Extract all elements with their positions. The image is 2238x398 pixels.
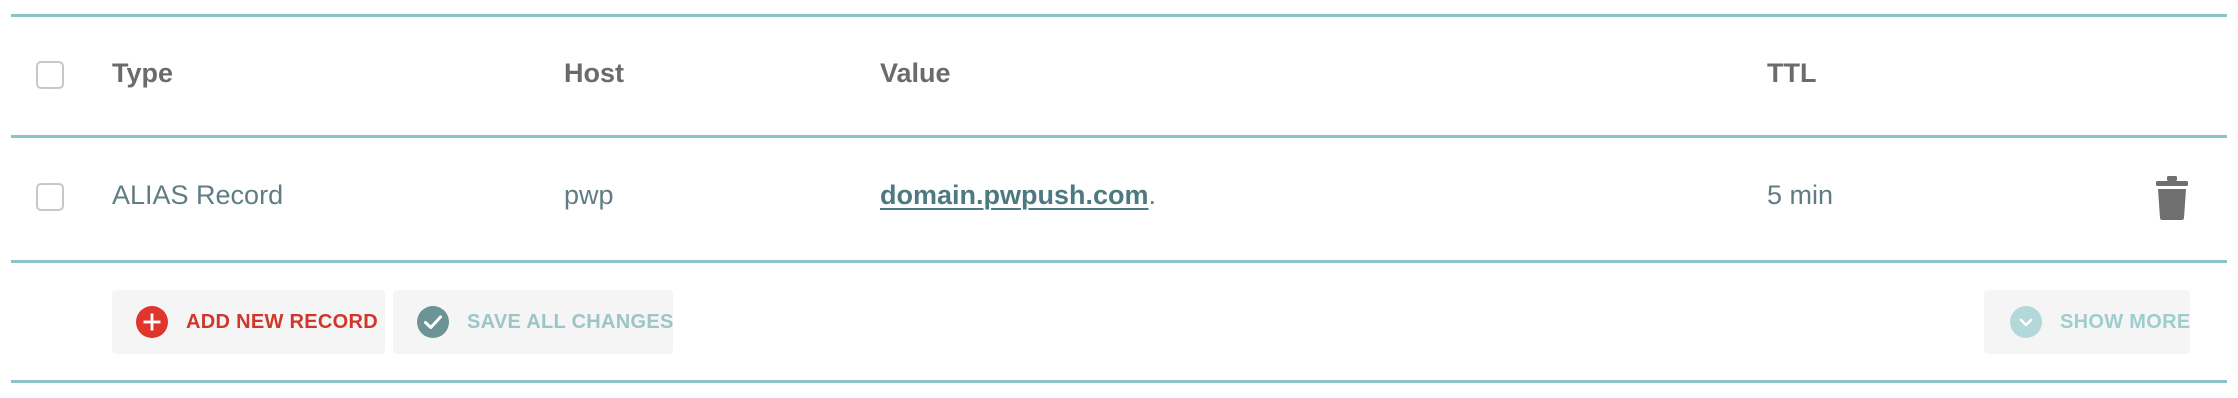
record-type-cell[interactable]: ALIAS Record — [112, 180, 283, 211]
save-all-changes-button[interactable]: SAVE ALL CHANGES — [393, 290, 673, 354]
trash-icon[interactable] — [2156, 176, 2188, 220]
table-bottom-border — [11, 380, 2227, 383]
row-divider — [11, 260, 2227, 263]
column-header-value[interactable]: Value — [880, 58, 951, 89]
show-more-label: SHOW MORE — [2060, 310, 2191, 333]
table-top-border — [11, 14, 2227, 17]
record-ttl-cell[interactable]: 5 min — [1767, 180, 1833, 211]
select-all-checkbox[interactable] — [36, 61, 64, 89]
save-all-changes-label: SAVE ALL CHANGES — [467, 310, 674, 333]
add-new-record-label: ADD NEW RECORD — [186, 310, 378, 333]
add-new-record-button[interactable]: ADD NEW RECORD — [112, 290, 385, 354]
record-value-suffix: . — [1148, 180, 1157, 210]
show-more-button[interactable]: SHOW MORE — [1984, 290, 2190, 354]
plus-circle-icon — [136, 306, 168, 338]
header-divider — [11, 135, 2227, 138]
column-header-type[interactable]: Type — [112, 58, 173, 89]
column-header-host[interactable]: Host — [564, 58, 624, 89]
chevron-down-circle-icon — [2010, 306, 2042, 338]
record-value-cell[interactable]: domain.pwpush.com. — [880, 180, 1156, 211]
record-value-link[interactable]: domain.pwpush.com — [880, 180, 1149, 210]
record-host-cell[interactable]: pwp — [564, 180, 614, 211]
column-header-ttl[interactable]: TTL — [1767, 58, 1816, 89]
check-circle-icon — [417, 306, 449, 338]
row-select-checkbox[interactable] — [36, 183, 64, 211]
